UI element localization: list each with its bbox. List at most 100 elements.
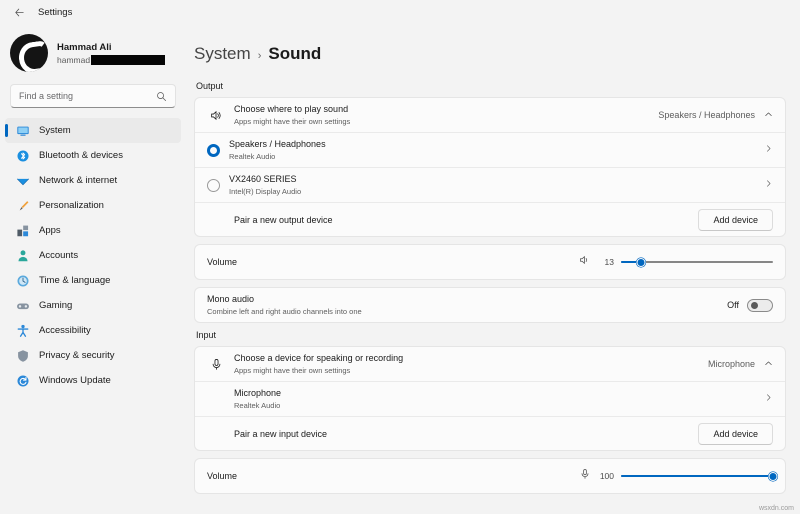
sidebar-item-bluetooth-devices[interactable]: Bluetooth & devices [5,143,181,168]
input-volume-control[interactable]: 100 [579,467,773,485]
microphone-icon [207,358,225,371]
output-chooser-subtitle: Apps might have their own settings [234,116,658,127]
user-profile[interactable]: Hammad Ali hammad [0,30,186,82]
profile-email: hammad [57,54,165,66]
sidebar-item-accessibility[interactable]: Accessibility [5,318,181,343]
search-box[interactable] [10,84,176,108]
mono-audio-text: Mono audio Combine left and right audio … [207,293,727,317]
bluetooth-icon [15,148,30,163]
breadcrumb: System › Sound [194,28,786,76]
input-volume-row: Volume 100 [195,459,785,493]
slider-thumb[interactable] [636,258,645,267]
output-volume-text: Volume [207,256,579,268]
output-volume-value: 13 [598,257,614,267]
sidebar-item-label: Time & language [39,275,110,286]
output-chooser-title: Choose where to play sound [234,103,658,115]
sidebar-item-label: Accessibility [39,325,91,336]
mono-audio-toggle[interactable] [747,299,773,312]
speaker-volume-icon[interactable] [579,253,591,271]
search-input[interactable] [19,91,155,101]
chevron-right-icon[interactable] [763,144,773,156]
watermark: wsxdn.com [759,505,794,512]
sidebar-item-label: Privacy & security [39,350,115,361]
sidebar-item-personalization[interactable]: Personalization [5,193,181,218]
sidebar-item-label: System [39,125,71,136]
output-volume-slider[interactable] [621,256,773,268]
input-chooser-row[interactable]: Choose a device for speaking or recordin… [195,347,785,381]
add-input-device-button[interactable]: Add device [698,423,773,445]
output-volume-row: Volume 13 [195,245,785,279]
input-device-text: Microphone Realtek Audio [207,387,763,411]
windows-update-icon [15,373,30,388]
title-bar: Settings [0,0,800,24]
mono-audio-state-label: Off [727,300,739,310]
radio-selected[interactable] [207,144,220,157]
chevron-up-icon[interactable] [763,110,773,121]
search-icon [155,90,167,102]
sidebar-item-apps[interactable]: Apps [5,218,181,243]
input-chooser-subtitle: Apps might have their own settings [234,365,708,376]
output-chooser-value: Speakers / Headphones [658,110,755,120]
chevron-up-icon[interactable] [763,359,773,370]
sidebar-item-network-internet[interactable]: Network & internet [5,168,181,193]
radio-unselected[interactable] [207,179,220,192]
mono-audio-row: Mono audio Combine left and right audio … [195,288,785,322]
profile-email-prefix: hammad [57,54,90,66]
sidebar-item-privacy-security[interactable]: Privacy & security [5,343,181,368]
mono-audio-control: Off [727,299,773,312]
sidebar-item-label: Apps [39,225,61,236]
input-volume-card: Volume 100 [194,458,786,494]
pair-output-text: Pair a new output device [207,214,698,226]
window-body: Hammad Ali hammad Sys [0,24,800,514]
breadcrumb-parent[interactable]: System [194,44,251,64]
output-chooser-row[interactable]: Choose where to play sound Apps might ha… [195,98,785,132]
sidebar-item-accounts[interactable]: Accounts [5,243,181,268]
slider-thumb[interactable] [769,472,778,481]
sidebar: Hammad Ali hammad Sys [0,24,186,514]
slider-fill [621,475,773,478]
output-device-row[interactable]: VX2460 SERIES Intel(R) Display Audio [195,167,785,202]
input-volume-text: Volume [207,470,579,482]
back-arrow-icon[interactable] [10,3,28,21]
pair-input-label: Pair a new input device [234,428,698,440]
output-device-text: Speakers / Headphones Realtek Audio [229,138,763,162]
chevron-right-icon[interactable] [763,179,773,191]
pair-output-device-row: Pair a new output device Add device [195,202,785,236]
sidebar-item-system[interactable]: System [5,118,181,143]
input-volume-slider[interactable] [621,470,773,482]
input-chooser-text: Choose a device for speaking or recordin… [234,352,708,376]
input-device-title: Microphone [234,387,763,399]
add-output-device-button[interactable]: Add device [698,209,773,231]
output-device-subtitle: Realtek Audio [229,151,763,162]
shield-icon [15,348,30,363]
output-card: Choose where to play sound Apps might ha… [194,97,786,237]
network-icon [15,173,30,188]
input-chooser-value: Microphone [708,359,755,369]
output-device-title: VX2460 SERIES [229,173,763,185]
sidebar-item-windows-update[interactable]: Windows Update [5,368,181,393]
output-section-label: Output [196,81,786,91]
output-device-title: Speakers / Headphones [229,138,763,150]
sidebar-item-label: Personalization [39,200,104,211]
system-icon [15,123,30,138]
input-device-row[interactable]: Microphone Realtek Audio [195,381,785,416]
pair-input-text: Pair a new input device [207,428,698,440]
output-device-subtitle: Intel(R) Display Audio [229,186,763,197]
breadcrumb-separator: › [258,50,262,62]
output-device-text: VX2460 SERIES Intel(R) Display Audio [229,173,763,197]
input-section-label: Input [196,330,786,340]
profile-text: Hammad Ali hammad [57,41,165,66]
sidebar-item-label: Gaming [39,300,72,311]
input-chooser-title: Choose a device for speaking or recordin… [234,352,708,364]
output-device-row[interactable]: Speakers / Headphones Realtek Audio [195,132,785,167]
mono-audio-title: Mono audio [207,293,727,305]
email-redaction-bar [91,55,165,65]
sidebar-item-gaming[interactable]: Gaming [5,293,181,318]
personalization-brush-icon [15,198,30,213]
output-volume-label: Volume [207,256,579,268]
microphone-volume-icon[interactable] [579,467,591,485]
mono-audio-subtitle: Combine left and right audio channels in… [207,306,727,317]
chevron-right-icon[interactable] [763,393,773,405]
sidebar-item-time-language[interactable]: Time & language [5,268,181,293]
output-volume-control[interactable]: 13 [579,253,773,271]
